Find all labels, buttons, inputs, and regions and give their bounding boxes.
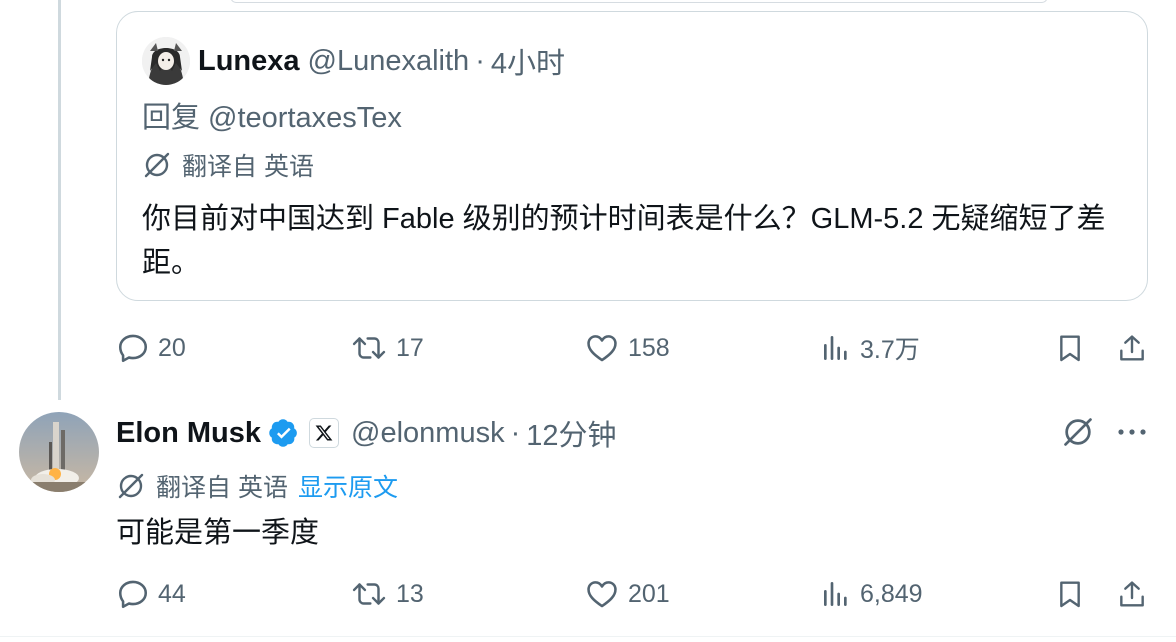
quote-separator: · (475, 44, 485, 77)
reply-icon (118, 580, 148, 609)
quote-reply-to[interactable]: 回复 @teortaxesTex (142, 94, 402, 136)
reply-share-button[interactable] (1116, 574, 1156, 614)
quote-header: Lunexa @Lunexalith · 4小时 (198, 41, 565, 81)
quote-repost-button[interactable]: 17 (350, 328, 424, 368)
repost-icon (352, 583, 386, 605)
reply-timestamp[interactable]: 12分钟 (526, 412, 616, 454)
bookmark-icon (1060, 581, 1080, 608)
translate-icon (1064, 418, 1092, 446)
repost-icon (352, 337, 386, 359)
reply-like-button[interactable]: 201 (584, 574, 670, 614)
bookmark-icon (1060, 335, 1080, 362)
quote-action-bar: 20 17 158 3.7万 (116, 328, 1156, 368)
timeline: Lunexa @Lunexalith · 4小时 回复 @teortaxesTe… (0, 0, 1176, 642)
show-original-link[interactable]: 显示原文 (298, 468, 398, 504)
verified-badge-icon[interactable] (269, 418, 299, 448)
quote-bookmark-button[interactable] (1054, 328, 1094, 368)
thread-connector-line (58, 0, 61, 400)
quote-body-text: 你目前对中国达到 Fable 级别的预计时间表是什么？GLM-5.2 无疑缩短了… (142, 203, 1106, 279)
views-icon (824, 336, 847, 360)
more-options-button[interactable] (1112, 412, 1152, 452)
translate-toggle-button[interactable] (1058, 412, 1098, 452)
quote-reply-button[interactable]: 20 (116, 328, 186, 368)
reply-repost-count: 13 (396, 579, 424, 608)
views-icon (824, 582, 847, 606)
quote-views-count: 3.7万 (860, 336, 920, 364)
reply-icon (118, 334, 148, 363)
reply-views-button[interactable]: 6,849 (820, 574, 923, 614)
reply-bookmark-button[interactable] (1054, 574, 1094, 614)
reply-reply-count: 44 (158, 579, 186, 608)
translate-icon (144, 152, 170, 178)
reply-like-count: 201 (628, 579, 670, 608)
x-affiliate-badge-icon[interactable] (309, 418, 340, 448)
reply-action-bar: 44 13 201 6,849 (116, 574, 1156, 614)
quote-translate-label: 翻译自 英语 (182, 153, 314, 181)
reply-separator: · (510, 416, 521, 449)
reply-translation-note: 翻译自 英语 显示原文 (116, 468, 398, 504)
translate-icon (118, 473, 144, 499)
quote-reply-count: 20 (158, 333, 186, 362)
reply-body-text: 可能是第一季度 (116, 517, 320, 549)
share-icon (1120, 335, 1144, 361)
quote-author-name[interactable]: Lunexa (198, 45, 300, 78)
reply-author-avatar[interactable] (19, 412, 99, 492)
reply-author-name[interactable]: Elon Musk (116, 417, 261, 450)
heart-icon (587, 335, 617, 362)
quote-like-button[interactable]: 158 (584, 328, 670, 368)
quote-translation-note: 翻译自 英语 (142, 147, 314, 183)
quote-author-handle[interactable]: @Lunexalith (308, 45, 470, 78)
reply-header: Elon Musk @elonmusk · 12分钟 (116, 413, 617, 453)
quote-repost-count: 17 (396, 333, 424, 362)
quote-author-avatar[interactable] (142, 37, 190, 85)
quote-timestamp[interactable]: 4小时 (491, 40, 565, 82)
reply-translate-label: 翻译自 英语 (156, 474, 288, 502)
reply-author-handle[interactable]: @elonmusk (351, 417, 505, 450)
quote-share-button[interactable] (1116, 328, 1156, 368)
divider (0, 636, 1176, 637)
reply-reply-button[interactable]: 44 (116, 574, 186, 614)
reply-views-count: 6,849 (860, 579, 923, 608)
quote-like-count: 158 (628, 333, 670, 362)
quote-views-button[interactable]: 3.7万 (820, 328, 920, 368)
heart-icon (587, 581, 617, 608)
previous-card-edge (230, 0, 1048, 3)
more-icon (1118, 429, 1146, 435)
share-icon (1120, 581, 1144, 607)
reply-repost-button[interactable]: 13 (350, 574, 424, 614)
